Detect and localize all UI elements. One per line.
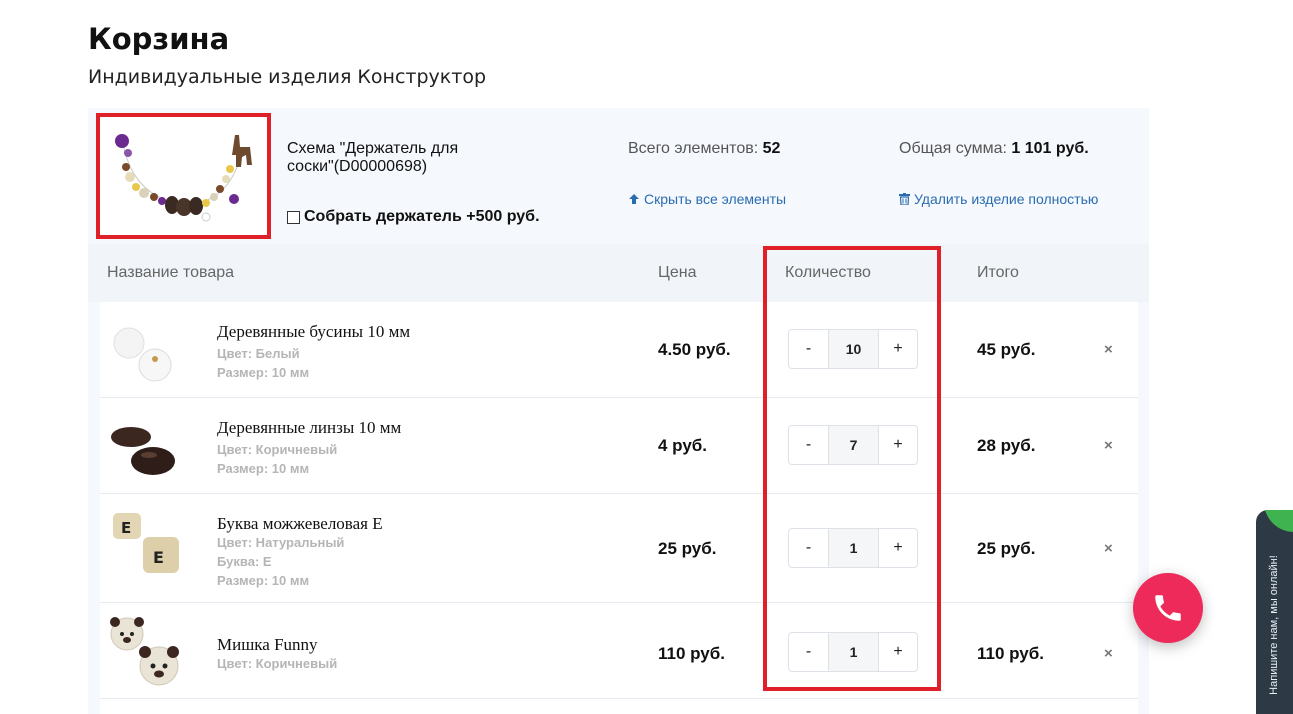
online-status-indicator	[1264, 510, 1293, 532]
product-image-highlight[interactable]	[96, 113, 271, 239]
assemble-checkbox[interactable]	[287, 210, 300, 224]
total-elements-label: Всего элементов:	[628, 140, 759, 157]
table-row: Мишка Funny Цвет: Коричневый 110 руб. - …	[100, 603, 1138, 699]
trash-icon	[899, 193, 910, 205]
item-props: Цвет: Коричневый	[217, 654, 337, 673]
white-bead-thumbnail	[105, 311, 184, 389]
chat-widget-label: Напишите нам, мы онлайн!	[1268, 555, 1280, 695]
increase-button[interactable]: +	[878, 329, 918, 369]
item-props: Цвет: Коричневый Размер: 10 мм	[217, 440, 337, 478]
delete-product-label: Удалить изделие полностью	[914, 191, 1099, 207]
product-summary: Схема "Держатель для соски"(D00000698) С…	[88, 108, 1149, 244]
quantity-input[interactable]: 1	[829, 632, 878, 672]
header-quantity: Количество	[785, 264, 871, 281]
header-total: Итого	[977, 264, 1019, 281]
assemble-option[interactable]: Собрать держатель +500 руб.	[287, 208, 540, 226]
item-price: 4 руб.	[658, 436, 708, 455]
close-icon[interactable]: ×	[1104, 645, 1113, 662]
close-icon[interactable]: ×	[1104, 341, 1113, 358]
svg-text:E: E	[121, 519, 131, 537]
cart-table-header: Название товара Цена Количество Итого	[88, 244, 1149, 302]
increase-button[interactable]: +	[878, 528, 918, 568]
quantity-stepper[interactable]: - 1 +	[788, 632, 918, 672]
decrease-button[interactable]: -	[788, 528, 829, 568]
item-props: Цвет: Натуральный Буква: E Размер: 10 мм	[217, 533, 344, 590]
item-total: 45 руб.	[977, 340, 1036, 359]
quantity-input[interactable]: 7	[829, 425, 878, 465]
svg-text:E: E	[153, 548, 164, 567]
item-name[interactable]: Деревянные бусины 10 мм	[217, 322, 410, 342]
delete-product-link[interactable]: Удалить изделие полностью	[899, 191, 1098, 207]
bear-bead-thumbnail	[105, 612, 184, 690]
juniper-letter-thumbnail: E E	[105, 503, 184, 581]
close-icon[interactable]: ×	[1104, 437, 1113, 454]
total-elements-value: 52	[762, 140, 781, 157]
table-row: Деревянные бусины 10 мм Цвет: Белый Разм…	[100, 302, 1138, 398]
assemble-label: Собрать держатель +500 руб.	[304, 208, 540, 225]
item-prop: Буква: E	[217, 554, 272, 569]
item-props: Цвет: Белый Размер: 10 мм	[217, 344, 309, 382]
header-name: Название товара	[107, 264, 235, 281]
brown-lens-thumbnail	[105, 407, 184, 485]
item-prop: Размер: 10 мм	[217, 573, 310, 588]
item-price: 25 руб.	[658, 539, 717, 558]
scheme-title: Схема "Держатель для соски"(D00000698)	[287, 140, 459, 175]
item-total: 28 руб.	[977, 436, 1036, 455]
table-row: E E Буква можжевеловая E Цвет: Натуральн…	[100, 494, 1138, 603]
table-row	[100, 699, 1138, 714]
item-prop: Цвет: Натуральный	[217, 535, 345, 550]
quantity-input[interactable]: 1	[829, 528, 878, 568]
item-name[interactable]: Деревянные линзы 10 мм	[217, 418, 401, 438]
quantity-stepper[interactable]: - 1 +	[788, 528, 918, 568]
item-total: 25 руб.	[977, 539, 1036, 558]
cart-table-body: Деревянные бусины 10 мм Цвет: Белый Разм…	[88, 302, 1149, 714]
item-prop: Цвет: Коричневый	[217, 656, 338, 671]
header-price: Цена	[658, 264, 697, 281]
total-sum-value: 1 101 руб.	[1011, 140, 1089, 157]
increase-button[interactable]: +	[878, 425, 918, 465]
close-icon[interactable]: ×	[1104, 540, 1113, 557]
decrease-button[interactable]: -	[788, 425, 829, 465]
online-chat-widget[interactable]: Напишите нам, мы онлайн!	[1256, 510, 1293, 714]
table-row: Деревянные линзы 10 мм Цвет: Коричневый …	[100, 398, 1138, 494]
decrease-button[interactable]: -	[788, 329, 829, 369]
item-prop: Размер: 10 мм	[217, 461, 310, 476]
increase-button[interactable]: +	[878, 632, 918, 672]
pacifier-holder-image	[115, 134, 252, 222]
item-name[interactable]: Мишка Funny	[217, 635, 318, 655]
quantity-input[interactable]: 10	[829, 329, 878, 369]
hide-elements-label: Скрыть все элементы	[644, 191, 787, 207]
arrow-up-icon	[629, 194, 639, 204]
chat-widget-text: Напишите нам, мы онлайн!	[1259, 540, 1289, 710]
item-name[interactable]: Буква можжевеловая E	[217, 514, 383, 534]
decrease-button[interactable]: -	[788, 632, 829, 672]
total-elements: Всего элементов: 52	[628, 140, 780, 158]
phone-icon	[1155, 595, 1181, 621]
total-sum: Общая сумма: 1 101 руб.	[899, 140, 1089, 158]
item-prop: Цвет: Коричневый	[217, 442, 338, 457]
item-price: 4.50 руб.	[658, 340, 731, 359]
call-button[interactable]	[1133, 573, 1203, 643]
quantity-stepper[interactable]: - 10 +	[788, 329, 918, 369]
item-prop: Цвет: Белый	[217, 346, 300, 361]
page-title: Корзина	[88, 22, 230, 56]
page-subtitle: Индивидуальные изделия Конструктор	[88, 66, 487, 88]
item-price: 110 руб.	[658, 644, 725, 663]
hide-elements-link[interactable]: Скрыть все элементы	[628, 191, 786, 207]
quantity-stepper[interactable]: - 7 +	[788, 425, 918, 465]
item-total: 110 руб.	[977, 644, 1044, 663]
item-prop: Размер: 10 мм	[217, 365, 310, 380]
total-sum-label: Общая сумма:	[899, 140, 1007, 157]
